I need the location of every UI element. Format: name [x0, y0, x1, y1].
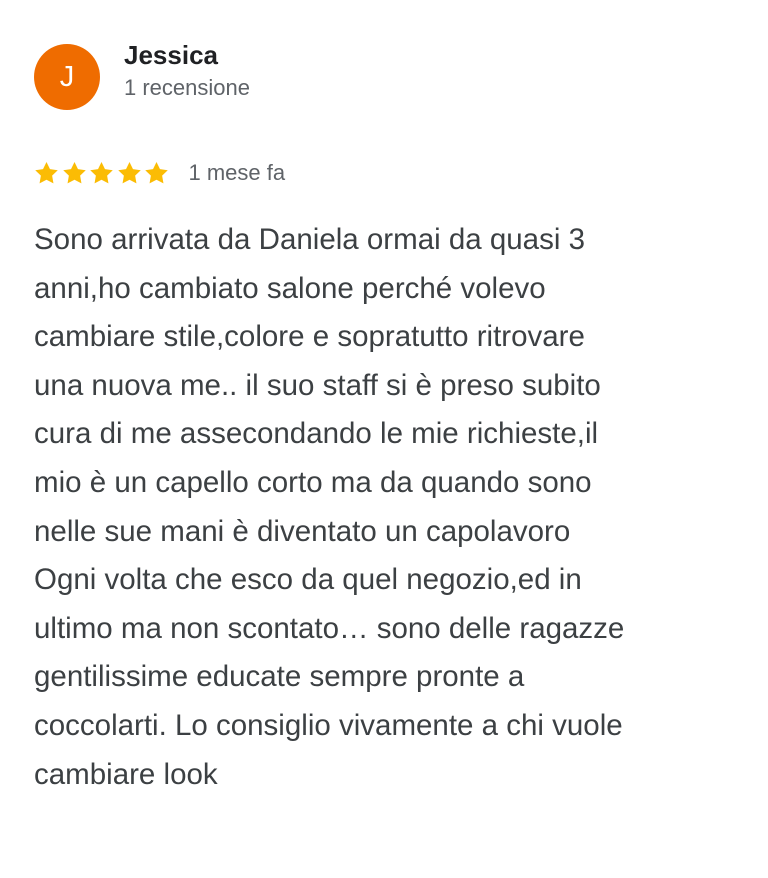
reviewer-review-count: 1 recensione [124, 75, 250, 100]
avatar[interactable]: J [34, 44, 100, 110]
review-text-line: cambiare stile,colore e sopratutto ritro… [34, 320, 585, 354]
star-rating [33, 160, 171, 187]
review-text-line: una nuova me.. il suo staff si è preso s… [34, 368, 601, 402]
review-text-line: coccolarti. Lo consiglio vivamente a chi… [34, 708, 623, 742]
star-icon [143, 160, 170, 187]
review-text-line: ultimo ma non scontato… sono delle ragaz… [34, 611, 625, 645]
review-card: J Jessica 1 recensione 1 mese fa Sono ar… [0, 0, 768, 878]
review-text-line: cura di me assecondando le mie richieste… [34, 417, 599, 451]
review-text-line: mio è un capello corto ma da quando sono [34, 465, 592, 499]
star-icon [116, 160, 143, 187]
reviewer-name[interactable]: Jessica [124, 39, 250, 71]
star-icon [33, 160, 60, 187]
review-text-line: Sono arrivata da Daniela ormai da quasi … [34, 223, 585, 256]
review-text-line: gentilissime educate sempre pronte a [34, 660, 525, 694]
review-text-line: cambiare look [34, 757, 218, 791]
star-icon [88, 160, 115, 187]
review-text-line: Ogni volta che esco da quel negozio,ed i… [34, 563, 582, 597]
rating-row: 1 mese fa [33, 158, 285, 188]
review-text: Sono arrivata da Daniela ormai da quasi … [34, 216, 734, 799]
star-icon [61, 160, 88, 187]
review-text-line: anni,ho cambiato salone perché volevo [34, 271, 546, 305]
reviewer-header[interactable]: J Jessica 1 recensione [34, 40, 250, 110]
review-text-line: nelle sue mani è diventato un capolavoro [34, 514, 571, 548]
reviewer-info: Jessica 1 recensione [124, 39, 250, 103]
avatar-initial: J [59, 60, 75, 93]
review-date: 1 mese fa [188, 160, 286, 185]
